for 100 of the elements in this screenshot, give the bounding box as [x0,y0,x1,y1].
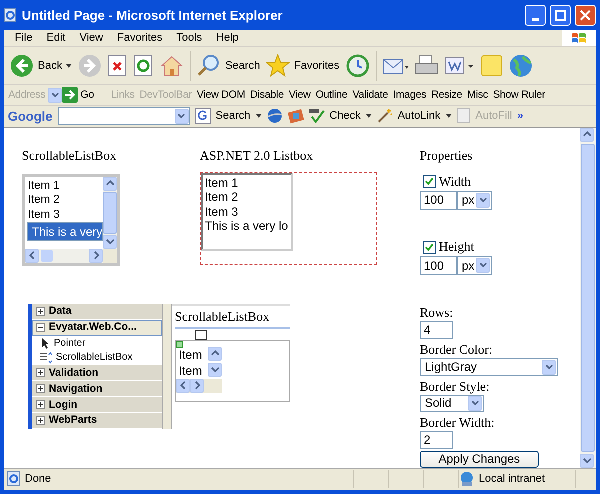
toolbar-link[interactable]: Validate [350,89,391,102]
planet-icon[interactable] [266,108,283,124]
word-icon[interactable] [444,54,475,77]
list-item[interactable]: Item 2 [27,193,103,208]
menu-item[interactable]: Tools [170,32,210,44]
dropdown-button[interactable] [476,192,490,208]
scroll-up-button[interactable] [103,176,117,191]
toolbar-link[interactable]: Images [390,89,430,102]
menu-item[interactable]: Favorites [110,32,170,44]
toolbar-link[interactable]: View [286,89,314,102]
scrollable-list-box[interactable]: Item 1 Item 2 Item 3 This is a very [22,174,120,266]
close-button[interactable] [575,4,596,26]
globe-icon[interactable] [508,54,533,78]
scroll-thumb[interactable] [581,144,595,452]
dropdown-button[interactable] [468,396,482,411]
expand-icon[interactable] [36,384,45,394]
expand-icon[interactable] [36,368,45,378]
browser-icon[interactable] [4,7,18,23]
collapse-icon[interactable] [36,322,45,332]
google-logo[interactable]: Google [8,108,53,124]
menu-item[interactable]: File [8,32,40,44]
maximize-button[interactable] [550,4,571,26]
expand-icon[interactable] [36,306,45,316]
toolbar-link[interactable]: Show Ruler [490,89,548,102]
go-button[interactable]: Go [78,89,97,102]
menu-item[interactable]: Help [209,32,246,44]
toolbar-link[interactable]: Misc [464,89,491,102]
apply-changes-button[interactable]: Apply Changes [420,450,539,468]
scroll-up-button[interactable] [580,128,594,142]
wand-icon[interactable] [376,108,393,124]
border-width-field[interactable]: 2 [420,430,453,449]
toolbox-category[interactable]: Login [49,398,78,411]
go-icon[interactable] [62,87,78,104]
checkbox[interactable] [423,240,436,254]
list-control-icon[interactable] [40,352,52,364]
scroll-thumb[interactable] [41,250,53,262]
smart-tag-icon[interactable] [195,330,207,340]
menu-item[interactable]: View [72,32,110,44]
dropdown-button[interactable] [476,258,490,274]
caret-icon[interactable] [66,64,72,68]
rows-field[interactable]: 4 [420,321,453,340]
print-icon[interactable] [414,54,439,77]
checkbox[interactable] [423,175,436,188]
list-item[interactable]: Item 1 [205,176,289,190]
unit-select[interactable]: px [457,256,492,276]
toolbar-link[interactable]: View DOM [194,89,248,102]
list-item[interactable]: Item 3 [27,208,103,222]
more-button[interactable]: » [517,110,524,122]
favorites-button[interactable]: Favorites [294,60,340,72]
list-item[interactable]: Item 1 [27,178,103,194]
dropdown-button[interactable] [48,88,62,103]
check-button[interactable]: Check [330,110,361,122]
toolbox-item[interactable]: Pointer [54,338,86,349]
scroll-right-button[interactable] [89,248,103,263]
star-icon[interactable] [266,54,290,78]
scroll-up-button[interactable] [208,346,222,361]
toolbar-link[interactable]: Disable [248,89,287,102]
list-item[interactable]: Item 2 [205,190,289,205]
scroll-thumb[interactable] [103,192,117,234]
minimize-button[interactable] [525,4,546,26]
toolbar-link[interactable]: Resize [429,89,465,102]
expand-icon[interactable] [36,400,45,410]
dropdown-button[interactable] [174,108,189,124]
back-button[interactable]: Back [38,60,62,72]
clipboard-icon[interactable] [456,108,471,124]
unit-select[interactable]: px [457,190,492,210]
border-style-select[interactable]: Solid [420,394,484,412]
search-icon[interactable] [197,54,222,78]
back-icon[interactable] [10,54,34,78]
list-box[interactable]: Item 1 Item 2 Item 3 This is a very lo [201,172,293,251]
pointer-icon[interactable] [40,337,50,350]
stop-icon[interactable] [108,54,128,77]
scroll-left-button[interactable] [176,378,190,393]
scroll-down-button[interactable] [208,362,222,377]
history-icon[interactable] [346,54,370,78]
scroll-right-button[interactable] [190,378,204,393]
google-g-icon[interactable] [194,108,211,124]
refresh-icon[interactable] [134,54,154,77]
list-item[interactable]: Item 3 [205,204,289,220]
puzzle-icon[interactable] [288,108,304,124]
menu-item[interactable]: Edit [40,32,73,44]
list-item[interactable]: This is a very lo [205,219,289,234]
caret-icon[interactable] [366,114,372,118]
google-search-button[interactable]: Search [216,110,251,122]
intranet-icon[interactable] [459,471,475,488]
spellcheck-icon[interactable] [308,108,325,124]
toolbox-category[interactable]: Data [49,305,72,318]
windows-logo-icon[interactable] [571,30,587,46]
scroll-left-button[interactable] [25,248,39,263]
caret-icon[interactable] [256,114,262,118]
caret-icon[interactable] [446,114,452,118]
google-search-field[interactable] [58,107,190,126]
border-color-select[interactable]: LightGray [420,358,558,376]
dropdown-button[interactable] [542,360,556,374]
home-icon[interactable] [160,54,184,78]
scroll-down-button[interactable] [103,234,117,249]
toolbar-link[interactable]: Outline [313,89,350,102]
toolbox-item[interactable]: ScrollableListBox [56,352,133,364]
autolink-button[interactable]: AutoLink [398,110,441,122]
number-field[interactable]: 100 [420,190,457,210]
